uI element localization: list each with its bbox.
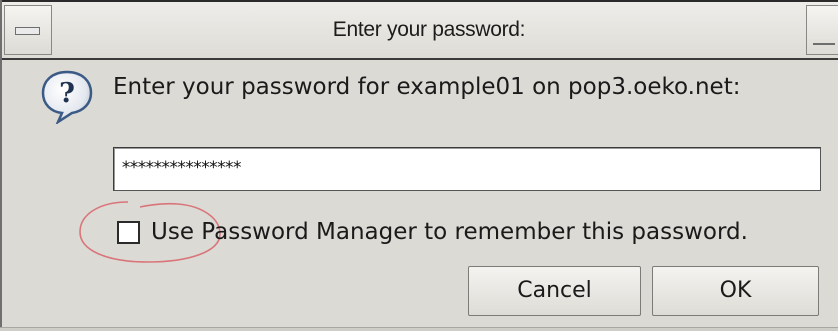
ok-button[interactable]: OK [652,266,819,316]
password-input[interactable]: *************** [113,147,821,191]
window-bottom-border [0,327,838,331]
minimize-icon [813,43,835,45]
window-menu-icon [15,27,40,35]
window-left-border [0,0,2,331]
cancel-button[interactable]: Cancel [468,266,641,316]
question-icon: ? [41,70,93,124]
password-prompt: Enter your password for example01 on pop… [113,74,741,100]
remember-password-label[interactable]: Use Password Manager to remember this pa… [151,215,748,249]
minimize-button[interactable] [806,5,838,55]
password-dialog: Enter your password: ? Enter your passwo… [0,0,838,331]
title-bar[interactable]: Enter your password: [0,0,838,60]
window-menu-button[interactable] [4,5,52,55]
window-title: Enter your password: [332,18,526,41]
svg-text:?: ? [59,78,75,109]
remember-password-checkbox[interactable] [117,221,140,244]
